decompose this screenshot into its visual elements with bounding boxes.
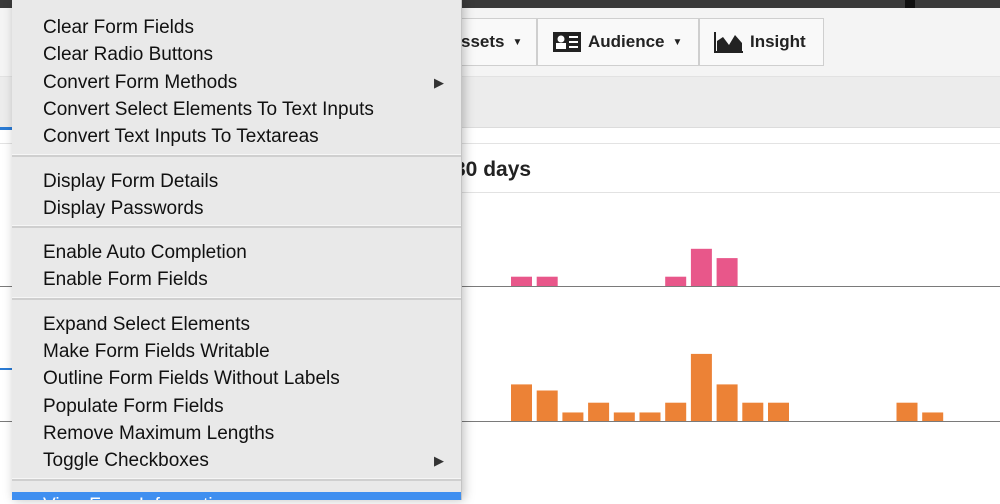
chart-bar: [665, 276, 687, 286]
menu-separator: [12, 477, 461, 481]
chart-bar: [742, 402, 764, 421]
chart-bar: [511, 276, 532, 286]
menu-item[interactable]: View Form Information: [12, 491, 461, 501]
chart-bar: [690, 353, 712, 421]
menu-item-label: Enable Auto Completion: [43, 242, 247, 264]
chart-bar: [768, 402, 789, 421]
menu-item-label: Display Form Details: [43, 170, 219, 192]
menu-item[interactable]: Clear Form Fields: [12, 14, 461, 41]
menu-item[interactable]: Convert Text Inputs To Textareas: [12, 123, 461, 150]
menu-item[interactable]: Display Passwords: [12, 195, 461, 222]
menu-item-label: View Form Information: [43, 495, 234, 501]
menu-item[interactable]: Outline Form Fields Without Labels: [12, 365, 461, 392]
chart-bar: [896, 402, 918, 421]
menu-item[interactable]: Convert Select Elements To Text Inputs: [12, 96, 461, 123]
chart-bar: [716, 258, 738, 286]
menu-item-label: Make Form Fields Writable: [43, 341, 270, 362]
chart-bar: [665, 402, 687, 421]
chart-bar: [613, 412, 635, 421]
menu-item-label: Expand Select Elements: [43, 313, 251, 335]
menu-item-label: Convert Form Methods: [43, 71, 238, 93]
menu-item[interactable]: Enable Form Fields: [12, 266, 461, 293]
menu-item-label: Remove Maximum Lengths: [43, 422, 275, 444]
chart-bar: [716, 384, 738, 421]
menu-item[interactable]: Enable Auto Completion: [12, 239, 461, 266]
submenu-arrow-icon: ▶: [434, 453, 444, 469]
menu-item[interactable]: Expand Select Elements: [12, 311, 461, 338]
menu-item-label: Convert Select Elements To Text Inputs: [43, 98, 374, 120]
menu-separator: [12, 153, 461, 157]
menu-item[interactable]: Remove Maximum Lengths: [12, 420, 461, 447]
menu-item-label: Display Passwords: [43, 197, 204, 219]
menu-item-label: Convert Text Inputs To Textareas: [43, 126, 319, 148]
chart-bar: [690, 248, 712, 286]
menu-separator: [12, 296, 461, 300]
chart-bar: [562, 412, 584, 421]
chart-bar: [922, 412, 944, 421]
menu-separator: [12, 225, 461, 229]
submenu-arrow-icon: ▶: [434, 74, 444, 90]
menu-item[interactable]: Clear Radio Buttons: [12, 41, 461, 68]
menu-item-label: Clear Radio Buttons: [43, 44, 214, 66]
chart-bar: [588, 402, 610, 421]
menu-item-label: Clear Form Fields: [43, 17, 194, 38]
menu-item-label: Toggle Checkboxes: [43, 450, 209, 472]
chart-bar: [511, 384, 532, 421]
menu-item[interactable]: Convert Form Methods ▶: [12, 69, 461, 96]
menu-item[interactable]: Toggle Checkboxes ▶: [12, 447, 461, 474]
menu-item[interactable]: Populate Form Fields: [12, 393, 461, 420]
menu-item[interactable]: Display Form Details: [12, 168, 461, 195]
menu-item-label: Outline Form Fields Without Labels: [43, 368, 340, 390]
chart-bar: [639, 412, 661, 421]
chart-bar: [536, 390, 558, 421]
context-menu: Clear Form Fields Clear Radio Buttons Conv…: [12, 0, 462, 500]
menu-item-label: Enable Form Fields: [43, 269, 208, 291]
menu-item[interactable]: Make Form Fields Writable: [12, 338, 461, 365]
chart-bar: [536, 276, 558, 286]
menu-item-label: Populate Form Fields: [43, 395, 224, 417]
